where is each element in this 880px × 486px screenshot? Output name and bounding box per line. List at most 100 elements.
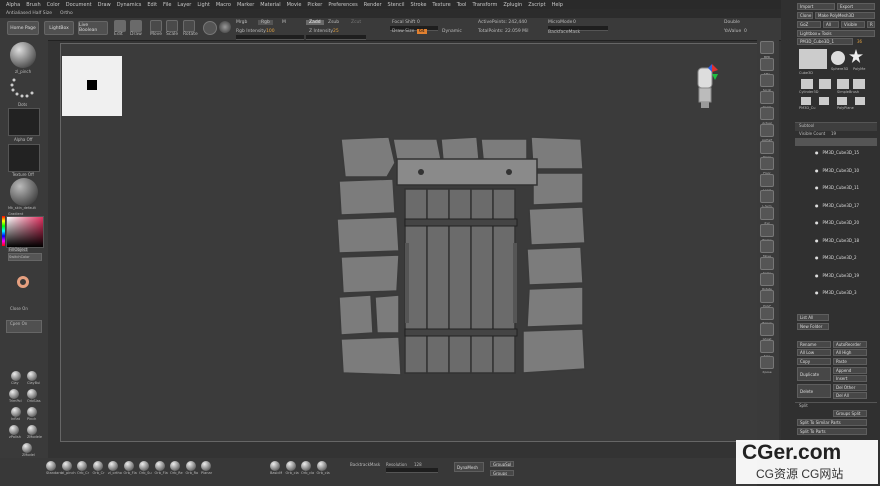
copy-button[interactable]: Copy	[797, 358, 831, 365]
document-canvas[interactable]	[60, 43, 766, 442]
bottom-brush-item[interactable]: Orb_Fla	[154, 461, 168, 475]
brush-claybuildup[interactable]: ClayBui	[27, 371, 40, 385]
visible-button[interactable]: Visible	[841, 21, 865, 28]
view-button-move[interactable]: Move	[760, 240, 774, 258]
move-button[interactable]: Move	[150, 20, 162, 37]
bottom-brush-item[interactable]: zl_ortho	[108, 461, 122, 475]
tool-thumb-a[interactable]	[801, 97, 811, 105]
view-button-scroll[interactable]: Scroll	[760, 74, 774, 92]
lightbox-button[interactable]: LightBox	[44, 21, 74, 35]
menu-item[interactable]: Stencil	[388, 2, 405, 8]
brush-orbslash[interactable]: OrbSlas	[27, 389, 41, 403]
new-folder-button[interactable]: New Folder	[797, 323, 829, 330]
mrgb-button[interactable]: Mrgb	[236, 20, 247, 25]
menu-item[interactable]: Marker	[237, 2, 254, 8]
live-boolean-button[interactable]: Live Boolean	[78, 21, 108, 35]
menu-item[interactable]: Zplugin	[503, 2, 522, 8]
tool-thumb-d[interactable]	[855, 97, 865, 105]
backface-mask-button[interactable]: BackfaceMask	[548, 30, 580, 35]
rgb-intensity-slider[interactable]	[236, 35, 304, 40]
switch-color-button[interactable]: SwitchColor	[8, 253, 42, 261]
subtool-row[interactable]: ● PM3D_Cube3D_3	[795, 288, 877, 297]
tool-thumb-cylinder[interactable]	[801, 79, 813, 89]
view-button-zoom[interactable]: Zoom	[760, 90, 774, 109]
view-button-transp[interactable]: Transp	[760, 306, 774, 325]
brush-zmodel[interactable]: ZModel	[22, 443, 35, 457]
clone-button[interactable]: Clone	[797, 12, 813, 19]
subtool-row[interactable]: ● PM3D_Cube3D_10	[795, 166, 877, 174]
subtool-header[interactable]: Subtool	[795, 122, 877, 131]
menu-item[interactable]: Transform	[472, 2, 497, 8]
zsub-button[interactable]: Zsub	[328, 20, 339, 25]
menu-item[interactable]: Help	[552, 2, 563, 8]
view-button-spix[interactable]: SPix	[760, 57, 774, 76]
view-button-actual[interactable]: Actual	[760, 107, 774, 125]
bottom-brush-item[interactable]: Planar	[201, 461, 212, 475]
menu-item[interactable]: Macro	[216, 2, 231, 8]
bottom-brush-item[interactable]: Orb_Ro	[185, 461, 198, 475]
all-button[interactable]: All	[823, 21, 839, 28]
view-button-floor[interactable]: Floor	[760, 157, 774, 175]
view-button-xpose[interactable]: Xpose	[760, 356, 774, 374]
view-button-frame[interactable]: Frame	[760, 223, 774, 242]
view-button-persp[interactable]: Persp	[760, 140, 774, 159]
tool-thumb-simplebrush[interactable]	[819, 79, 831, 89]
bottom-brush-item[interactable]: Orb_cla	[301, 461, 314, 475]
bottom-brush-item[interactable]: Orb_cla	[316, 461, 330, 475]
tool-thumb-c[interactable]	[837, 97, 847, 105]
view-button-rotate[interactable]: Rotate	[760, 273, 774, 291]
del-all-button[interactable]: Del All	[833, 392, 867, 399]
brush-inflate[interactable]: Inflat	[11, 407, 21, 421]
view-button-bpr[interactable]: BPR	[760, 41, 774, 59]
close-on-button[interactable]: Close On	[10, 306, 28, 311]
orbit-ring-icon[interactable]	[17, 276, 29, 288]
list-all-button[interactable]: List All	[797, 314, 829, 321]
view-button-aahalf[interactable]: AAHalf	[760, 124, 774, 142]
menu-item[interactable]: Material	[260, 2, 280, 8]
view-button-scale[interactable]: Scale	[760, 256, 774, 275]
subtool-row[interactable]: ● PM3D_Cube3D_17	[795, 201, 877, 209]
tool-thumb-cube[interactable]	[799, 49, 827, 69]
stroke-dots-icon[interactable]	[8, 76, 38, 102]
zadd-button[interactable]: Zadd	[306, 20, 324, 25]
fill-object-button[interactable]: FillObject	[8, 247, 29, 252]
menu-item[interactable]: Zscript	[528, 2, 545, 8]
menu-item[interactable]: Alpha	[6, 2, 20, 8]
subtool-row-active[interactable]	[795, 138, 877, 146]
subtool-row[interactable]: ● PM3D_Cube3D_2	[795, 253, 877, 262]
all-low-button[interactable]: All Low	[797, 349, 831, 356]
current-tool-name[interactable]: PM3D_Cube3D_1	[797, 38, 853, 45]
navigation-gizmo-icon[interactable]	[691, 62, 719, 110]
subtool-row[interactable]: ● PM3D_Cube3D_19	[795, 271, 877, 279]
menu-item[interactable]: Preferences	[328, 2, 357, 8]
subtool-row[interactable]: ● PM3D_Cube3D_11	[795, 183, 877, 192]
r-button[interactable]: R	[867, 21, 875, 28]
bottom-brush-item[interactable]: Orb_Su	[139, 461, 152, 475]
material-sphere-icon[interactable]	[10, 178, 38, 206]
brush-trimpolish[interactable]: TrimPol	[9, 389, 22, 403]
insert-button[interactable]: Insert	[833, 375, 867, 382]
resolution-slider[interactable]	[386, 468, 438, 473]
backtrack-mask-button[interactable]: BacktrackMask	[350, 462, 380, 467]
menu-item[interactable]: Tool	[457, 2, 467, 8]
menu-item[interactable]: Layer	[177, 2, 191, 8]
groups-bottom-button[interactable]: Groups	[490, 470, 514, 476]
tool-thumb-sphere[interactable]	[831, 51, 845, 65]
m-button[interactable]: M	[282, 20, 286, 25]
dynamic-button[interactable]: Dynamic	[442, 29, 462, 34]
append-button[interactable]: Append	[833, 367, 867, 374]
menu-item[interactable]: Draw	[98, 2, 111, 8]
tool-thumbnails-grid[interactable]: Cube3D Sphere3D PolyMe Cylinder3D Simple…	[799, 47, 875, 113]
bottom-brush-item[interactable]: Orb_Cr	[92, 461, 105, 475]
brush-zpolish[interactable]: zPolish	[9, 425, 21, 439]
cpen-on-button[interactable]: Cpen On	[6, 320, 42, 333]
paste-button[interactable]: Paste	[833, 358, 867, 365]
import-button[interactable]: Import	[797, 3, 835, 10]
material-sphere-icon[interactable]	[203, 21, 217, 35]
hue-bar[interactable]	[2, 216, 5, 246]
brush-pinch[interactable]: Pinch	[27, 407, 37, 421]
view-button-xyz[interactable]: Xyz	[760, 207, 774, 225]
menu-item[interactable]: File	[163, 2, 171, 8]
menu-item[interactable]: Dynamics	[117, 2, 142, 8]
groups-split-button[interactable]: Groups Split	[833, 410, 867, 417]
